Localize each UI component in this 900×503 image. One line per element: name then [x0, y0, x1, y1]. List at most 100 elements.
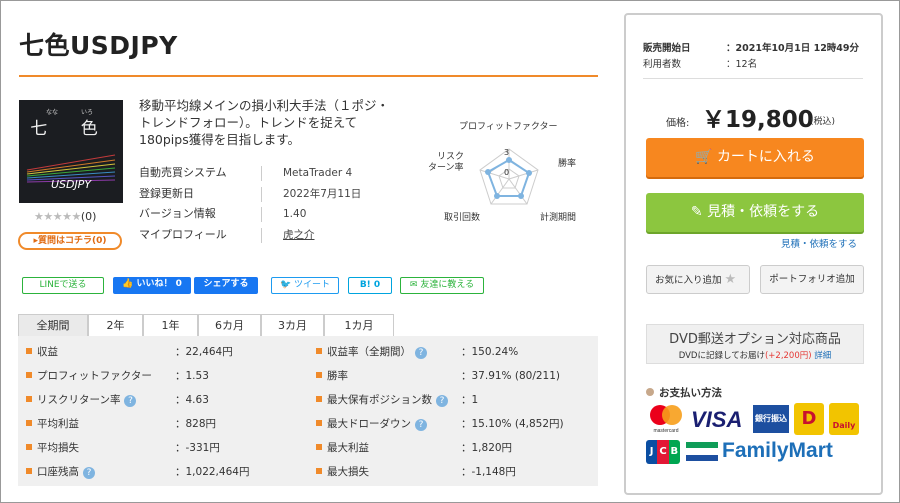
radar-point: [518, 193, 524, 199]
stat-value: ：1,820円: [461, 442, 513, 454]
dvd-option-banner[interactable]: DVD郵送オプション対応商品 DVDに記録してお届け(+2,200円) 詳細: [646, 324, 864, 364]
facebook-share-button[interactable]: シェアする: [194, 277, 258, 294]
tab-3m[interactable]: 3カ月: [261, 314, 324, 336]
bullet-square: [26, 420, 32, 426]
thumbnail-english: USDJPY: [50, 178, 92, 191]
bullet-dot: [646, 388, 654, 396]
star-icon: ★: [724, 272, 737, 287]
bullet-square: [26, 444, 32, 450]
radar-point: [506, 157, 512, 163]
stat-label: 収益: [26, 340, 58, 364]
hatena-bookmark-button[interactable]: B! 0: [348, 277, 392, 294]
stat-label: 最大利益: [316, 436, 369, 460]
friend-label: 友達に教える: [420, 280, 475, 290]
dvd-detail-link[interactable]: 詳細: [814, 351, 831, 361]
help-icon[interactable]: ?: [415, 347, 427, 359]
spec-value: 2022年7月11日: [283, 187, 362, 200]
line-share-button[interactable]: LINEで送る: [22, 277, 104, 294]
bullet-square: [26, 468, 32, 474]
mail-icon: ✉: [409, 280, 418, 290]
spec-separator: [261, 186, 262, 202]
tab-1m[interactable]: 1カ月: [324, 314, 394, 336]
product-thumbnail[interactable]: なな いろ 七 色 USDJPY: [19, 100, 123, 203]
familymart-stripes-icon: [686, 442, 718, 462]
question-button[interactable]: ▸質問はコチラ(0): [18, 232, 122, 250]
stat-value: ：-1,148円: [461, 466, 516, 478]
stat-label: 平均利益: [26, 412, 79, 436]
estimate-link[interactable]: 見積・依頼をする: [781, 236, 857, 250]
spec-value: 1.40: [283, 208, 307, 220]
daily-logo-icon: D: [794, 403, 824, 435]
favorite-label: お気に入り追加: [655, 275, 722, 286]
spec-separator: [261, 166, 262, 181]
users-value: ：12名: [726, 59, 758, 70]
stats-panel: 収益 ：22,464円 プロフィットファクター ：1.53 リスクリターン率? …: [18, 336, 598, 486]
add-portfolio-button[interactable]: ポートフォリオ追加: [760, 265, 864, 294]
spec-value: MetaTrader 4: [283, 167, 353, 179]
add-favorite-button[interactable]: お気に入り追加 ★: [646, 265, 750, 294]
radar-label-pf: プロフィットファクター: [459, 122, 558, 132]
facebook-like-button[interactable]: 👍 いいね！ 0: [113, 277, 191, 294]
spec-label: バージョン情報: [139, 207, 216, 220]
radar-scale-3: 3: [504, 148, 510, 157]
bullet-square: [316, 420, 322, 426]
pencil-icon: ✎: [690, 204, 703, 220]
help-icon[interactable]: ?: [124, 395, 137, 407]
tell-friend-button[interactable]: ✉ 友達に教える: [400, 277, 484, 294]
radar-chart: プロフィットファクター 勝率 計測期間 取引回数 リスク ターン率 3 0: [420, 115, 598, 230]
add-to-cart-button[interactable]: 🛒 カートに入れる: [646, 138, 864, 177]
cart-icon: 🛒: [695, 149, 713, 165]
rating-stars: ★★★★★(0): [34, 210, 96, 223]
bullet-square: [26, 372, 32, 378]
bullet-square: [316, 396, 322, 402]
dvd-title: DVD郵送オプション対応商品: [669, 332, 841, 347]
radar-label-risk-2: ターン率: [428, 163, 464, 173]
thumbnail-kanji: 七 色: [30, 119, 112, 139]
stat-label-text: 収益: [37, 346, 58, 358]
estimate-button[interactable]: ✎ 見積・依頼をする: [646, 193, 864, 232]
sale-start-label: 販売開始日: [643, 43, 691, 54]
stat-label-text: 収益率（全期間）: [327, 346, 411, 358]
stat-label: 口座残高?: [26, 460, 95, 484]
star-icons: ★★★★★: [34, 210, 81, 223]
bullet-square: [26, 396, 32, 402]
stat-value: ：828円: [175, 418, 217, 430]
sale-start-value: ：2021年10月1日 12時49分: [726, 43, 860, 54]
jcb-logo-icon: J C B: [646, 440, 680, 464]
price-label: 価格:: [666, 118, 690, 129]
twitter-bird-icon: 🐦: [279, 280, 292, 290]
help-icon[interactable]: ?: [415, 419, 427, 431]
stat-label: 最大損失: [316, 460, 369, 484]
price: ￥19,800: [702, 107, 814, 133]
profile-link[interactable]: 虎之介: [283, 225, 403, 246]
stat-label: 平均損失: [26, 436, 79, 460]
purchase-panel: 販売開始日 ：2021年10月1日 12時49分 利用者数 ：12名 価格: ￥…: [624, 13, 883, 495]
radar-label-winrate: 勝率: [558, 159, 577, 169]
line-label: LINEで送る: [39, 280, 87, 290]
stat-label-text: 口座残高: [37, 466, 79, 478]
users-label: 利用者数: [643, 59, 682, 70]
stat-value: ：1,022,464円: [175, 466, 250, 478]
tab-6m[interactable]: 6カ月: [198, 314, 261, 336]
radar-point: [494, 193, 500, 199]
product-description: 移動平均線メインの損小利大手法（１ポジ・トレンドフォロー）。トレンドを捉えて18…: [139, 98, 390, 147]
bank-transfer-icon: 銀行振込: [753, 405, 789, 433]
tab-1y[interactable]: 1年: [143, 314, 198, 336]
spec-label: 自動売買システム: [139, 166, 227, 179]
spec-label: 登録更新日: [139, 186, 194, 200]
tab-all[interactable]: 全期間: [18, 314, 88, 336]
stat-label-text: プロフィットファクター: [37, 370, 152, 382]
bullet-square: [26, 348, 32, 354]
stat-label-text: リスクリターン率: [37, 394, 121, 406]
bullet-square: [316, 348, 322, 354]
bullet-square: [316, 444, 322, 450]
dvd-subtitle: DVDに記録してお届け(+2,200円) 詳細: [678, 351, 832, 361]
daily-yamazaki-logo-icon: Daily: [829, 403, 859, 435]
stat-label: 収益率（全期間）?: [316, 340, 427, 364]
stat-value: ：1.53: [175, 370, 209, 382]
help-icon[interactable]: ?: [436, 395, 448, 407]
tab-2y[interactable]: 2年: [88, 314, 143, 336]
tweet-button[interactable]: 🐦 ツイート: [271, 277, 339, 294]
thumbs-up-icon: 👍: [122, 279, 134, 289]
help-icon[interactable]: ?: [83, 467, 95, 479]
